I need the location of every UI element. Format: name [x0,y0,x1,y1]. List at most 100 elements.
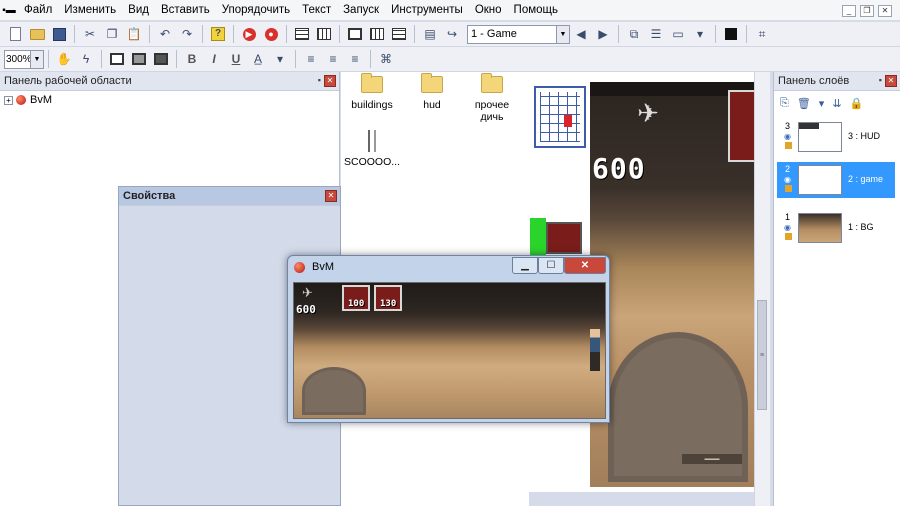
hand-icon[interactable]: ✋ [54,49,74,69]
cut-icon[interactable]: ✂ [80,24,100,44]
menu-file[interactable]: Файл [18,0,58,21]
menu-edit[interactable]: Изменить [58,0,122,21]
lock-icon[interactable] [785,142,792,149]
eye-icon[interactable]: ◉ [784,223,791,232]
minimize-icon[interactable]: ▁ [512,257,538,274]
help-icon[interactable]: ? [208,24,228,44]
underline-button[interactable]: U [226,49,246,69]
unit-card-1[interactable]: 100 [342,285,370,311]
open-folder-icon[interactable] [27,24,47,44]
dropdown-arrow-icon[interactable]: ▾ [819,97,825,110]
delete-layer-icon[interactable]: 🗑 [797,97,811,110]
sprite-item[interactable]: SCOOOO... [342,130,402,168]
menu-window[interactable]: Окно [469,0,508,21]
frame-filled-icon[interactable] [129,49,149,69]
previous-icon[interactable]: ◀ [571,24,591,44]
lock-icon[interactable] [785,185,792,192]
text-color-icon[interactable]: A̲ [248,49,268,69]
paste-icon[interactable]: 📋 [124,24,144,44]
game-preview-window[interactable]: BvM ▁ ☐ ✕ ✈ 600 100 130 [287,255,610,423]
copy-icon[interactable]: ❐ [102,24,122,44]
unit-card-2[interactable]: 130 [374,285,402,311]
fill-icon[interactable] [721,24,741,44]
folder-misc[interactable]: прочее дичь [463,73,521,123]
separator [295,50,296,68]
frame-dark-icon[interactable] [151,49,171,69]
brush-icon[interactable]: ϟ [76,49,96,69]
align-left-icon[interactable]: ≡ [301,49,321,69]
menu-arrange[interactable]: Упорядочить [216,0,296,21]
folder-buildings[interactable]: buildings [342,73,402,111]
layout-icon[interactable] [345,24,365,44]
lock-icon[interactable]: 🔒 [850,97,864,110]
tree-item-root[interactable]: + BvM [4,92,52,108]
run-icon[interactable]: ▶ [239,24,259,44]
lock-icon[interactable] [785,233,792,240]
grid-icon[interactable] [292,24,312,44]
eye-icon[interactable]: ◉ [784,175,791,184]
expand-icon[interactable]: + [4,95,13,105]
layer-row[interactable]: 3 ◉ 3 : HUD [777,119,895,155]
redo-layout-icon[interactable]: ↪ [442,24,462,44]
bold-button[interactable]: B [182,49,202,69]
new-file-icon[interactable] [5,24,25,44]
menu-text[interactable]: Текст [296,0,337,21]
settings-icon[interactable]: ⌗ [752,24,772,44]
undo-icon[interactable]: ↶ [155,24,175,44]
align-icon[interactable]: ☰ [646,24,666,44]
tiles-icon[interactable] [367,24,387,44]
sprite-label: SCOOOO... [343,156,400,168]
debug-icon[interactable]: ● [261,24,281,44]
calendar-sprite[interactable] [534,86,586,148]
close-icon[interactable]: ✕ [325,190,337,202]
restore-icon[interactable]: ❐ [860,5,874,17]
close-icon[interactable]: ✕ [324,75,336,87]
zoom-select[interactable]: 300% ▼ [4,49,44,69]
next-icon[interactable]: ▶ [593,24,613,44]
menu-run[interactable]: Запуск [337,0,385,21]
close-icon[interactable]: ✕ [564,257,606,274]
table-icon[interactable] [314,24,334,44]
frame-icon[interactable] [107,49,127,69]
list-icon[interactable] [389,24,409,44]
align-center-icon[interactable]: ≡ [323,49,343,69]
barrel-sprite[interactable] [546,222,582,254]
layout-select[interactable]: 1 - Game ▼ [467,24,570,44]
dropdown-arrow-icon[interactable]: ▾ [690,24,710,44]
fit-icon[interactable]: ⌘ [376,49,396,69]
folder-hud[interactable]: hud [402,73,462,111]
bunker-plate: ▬▬▬ [682,454,742,464]
resize-icon[interactable]: ▭ [668,24,688,44]
add-layer-icon[interactable]: ⎘ [780,97,789,110]
chevron-down-icon[interactable]: ▼ [30,50,43,68]
properties-icon[interactable]: ▤ [420,24,440,44]
redo-icon[interactable]: ↷ [177,24,197,44]
align-right-icon[interactable]: ≡ [345,49,365,69]
app-menu-icon[interactable]: ▪▬ [0,5,18,16]
close-icon[interactable]: ✕ [878,5,892,17]
menu-insert[interactable]: Вставить [155,0,216,21]
pin-icon[interactable]: ▪ [318,75,321,85]
layer-row-selected[interactable]: 2 ◉ 2 : game [777,162,895,198]
close-icon[interactable]: ✕ [885,75,897,87]
dropdown-arrow-icon[interactable]: ▾ [270,49,290,69]
tree-item-label: BvM [30,94,52,106]
app-icon [294,262,305,273]
merge-icon[interactable]: ⇊ [832,97,841,110]
main-toolbar: ✂ ❐ 📋 ↶ ↷ ? ▶ ● ▤ ↪ 1 - Game ▼ ◀ ▶ ⧉ ☰ ▭… [0,22,900,47]
menu-tools[interactable]: Инструменты [385,0,469,21]
menu-view[interactable]: Вид [122,0,155,21]
italic-button[interactable]: I [204,49,224,69]
chevron-down-icon[interactable]: ▼ [556,25,569,43]
minimize-icon[interactable]: _ [842,5,856,17]
canvas-scrollbar[interactable] [754,72,770,506]
save-icon[interactable] [49,24,69,44]
pin-icon[interactable]: ▪ [879,75,882,85]
game-viewport[interactable]: ✈ 600 100 130 [293,282,606,419]
separator [176,50,177,68]
maximize-icon[interactable]: ☐ [538,257,564,274]
menu-help[interactable]: Помощь [508,0,564,21]
snap-icon[interactable]: ⧉ [624,24,644,44]
eye-icon[interactable]: ◉ [784,132,791,141]
layer-row[interactable]: 1 ◉ 1 : BG [777,210,895,246]
